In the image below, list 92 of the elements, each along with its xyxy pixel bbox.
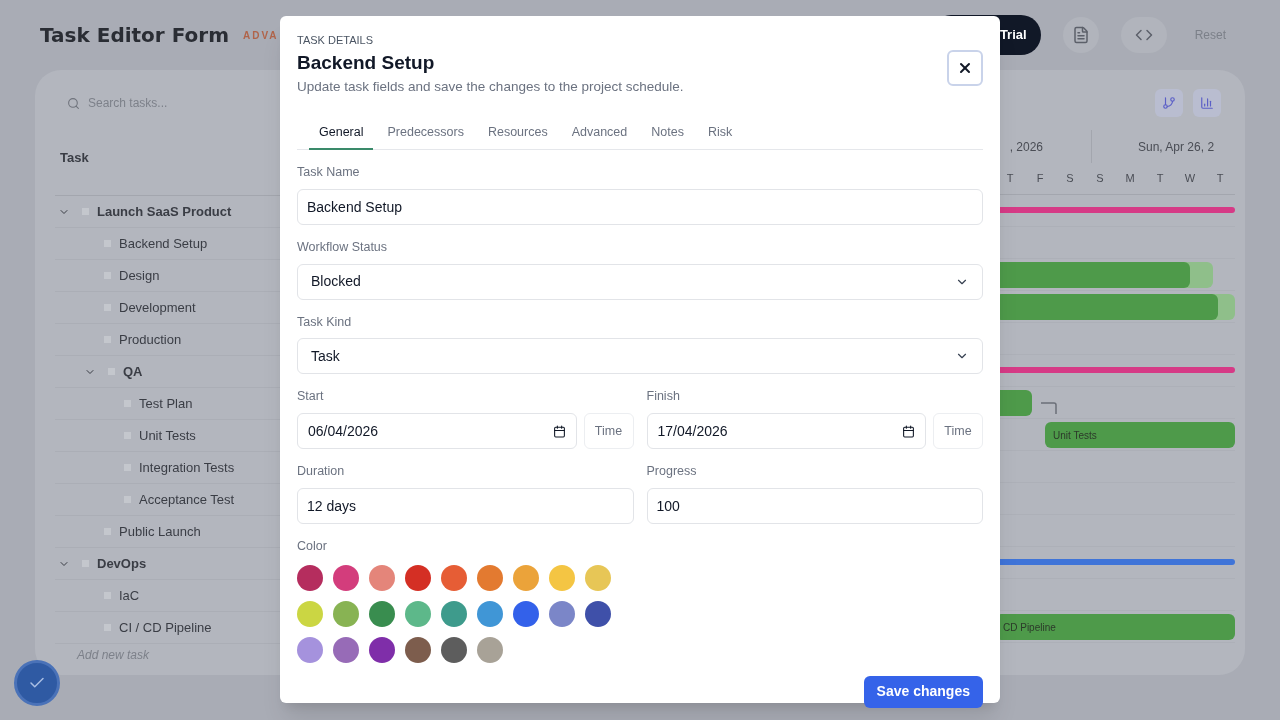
task-name: Development — [119, 298, 196, 317]
tab[interactable]: Resources — [477, 116, 558, 150]
dialog-title: Backend Setup — [297, 51, 436, 75]
color-swatch[interactable] — [369, 564, 395, 591]
field-label: Start — [297, 388, 325, 406]
task-name: Launch SaaS Product — [97, 202, 232, 221]
color-swatch[interactable] — [441, 600, 467, 627]
task-name: Public Launch — [119, 522, 201, 541]
color-swatch[interactable] — [549, 600, 575, 627]
search-icon — [67, 96, 80, 110]
task-name: IaC — [119, 586, 140, 605]
week-header: Sun, Apr 26, 2 — [1137, 138, 1216, 156]
field-label: Progress — [646, 463, 698, 480]
dependency-connector — [1041, 402, 1057, 414]
date-field[interactable]: 06/04/2026 — [297, 413, 577, 449]
tab[interactable]: Predecessors — [377, 116, 474, 150]
bar-label: CD Pipeline — [1002, 620, 1056, 635]
day-label: S — [1065, 171, 1075, 187]
tab[interactable]: Risk — [697, 116, 743, 150]
bar-label: Unit Tests — [1052, 428, 1097, 443]
color-swatch[interactable] — [405, 636, 431, 663]
tab[interactable]: General — [309, 116, 374, 150]
dialog-description: Update task fields and save the changes to the project schedule. — [297, 78, 684, 96]
color-swatch[interactable] — [297, 600, 323, 627]
color-swatch[interactable] — [369, 636, 395, 663]
color-swatch[interactable] — [405, 600, 431, 627]
day-label: S — [1095, 171, 1105, 187]
day-label: W — [1183, 171, 1197, 187]
help-button[interactable] — [14, 660, 60, 706]
bar-chart-icon — [1200, 96, 1214, 110]
tab[interactable]: Notes — [641, 116, 694, 150]
progress-field[interactable]: 100 — [646, 487, 983, 524]
task-name: QA — [123, 362, 143, 381]
color-swatch[interactable] — [549, 564, 575, 591]
status-select[interactable]: Blocked — [297, 263, 983, 300]
color-swatch[interactable] — [297, 636, 323, 663]
day-label: T — [1005, 171, 1015, 187]
task-name: CI / CD Pipeline — [119, 618, 212, 637]
field-label: Workflow Status — [297, 238, 389, 256]
gantt-bar[interactable]: Unit Tests — [1045, 422, 1235, 448]
code-button[interactable] — [1120, 17, 1167, 53]
task-name: Design — [119, 266, 160, 285]
document-button[interactable] — [1062, 17, 1099, 53]
color-swatch[interactable] — [297, 564, 323, 591]
page-title: Task Editor Form — [40, 22, 229, 49]
color-swatch[interactable] — [441, 564, 467, 591]
field-label: Duration — [297, 463, 346, 480]
tab[interactable]: Advanced — [561, 116, 638, 150]
day-label: M — [1124, 171, 1136, 187]
color-swatch[interactable] — [405, 564, 431, 591]
day-label: T — [1155, 171, 1165, 187]
color-swatch[interactable] — [441, 636, 467, 663]
edition-label: ADVA — [243, 28, 279, 43]
color-swatch[interactable] — [477, 600, 503, 627]
column-header: Task — [60, 149, 89, 168]
day-label: T — [1215, 171, 1225, 187]
task-name: Unit Tests — [139, 426, 196, 445]
field-label: Finish — [646, 388, 681, 406]
time-button[interactable]: Time — [933, 413, 983, 449]
task-name-field[interactable]: Backend Setup — [297, 188, 983, 225]
color-swatch[interactable] — [369, 600, 395, 627]
calendar-icon — [552, 424, 566, 438]
close-icon — [957, 60, 973, 76]
branch-button[interactable] — [1155, 89, 1183, 117]
document-icon — [1071, 26, 1090, 44]
close-button[interactable] — [947, 50, 983, 86]
task-name: Backend Setup — [119, 234, 208, 253]
color-swatch[interactable] — [333, 600, 359, 627]
date-field[interactable]: 17/04/2026 — [646, 413, 926, 449]
color-swatch[interactable] — [477, 636, 503, 663]
task-name: Acceptance Test — [139, 490, 235, 509]
color-swatch[interactable] — [585, 564, 611, 591]
branch-icon — [1162, 96, 1176, 110]
task-name: Integration Tests — [139, 458, 235, 477]
dialog-eyebrow: TASK DETAILS — [297, 33, 374, 47]
day-label: F — [1035, 171, 1045, 187]
task-name: Production — [119, 330, 182, 349]
color-swatch[interactable] — [513, 600, 539, 627]
calendar-icon — [902, 424, 915, 438]
color-swatch[interactable] — [333, 564, 359, 591]
color-swatch[interactable] — [333, 636, 359, 663]
field-label: Task Name — [297, 164, 361, 181]
task-name: DevOps — [97, 554, 147, 573]
chart-button[interactable] — [1193, 89, 1221, 117]
color-swatch[interactable] — [585, 600, 611, 627]
save-button[interactable]: Save changes — [863, 675, 983, 708]
color-swatch[interactable] — [477, 564, 503, 591]
task-name: Test Plan — [139, 394, 193, 413]
time-button[interactable]: Time — [583, 413, 634, 449]
color-swatch[interactable] — [513, 564, 539, 591]
kind-select[interactable]: Task — [297, 338, 983, 375]
duration-field[interactable]: 12 days — [297, 487, 634, 524]
